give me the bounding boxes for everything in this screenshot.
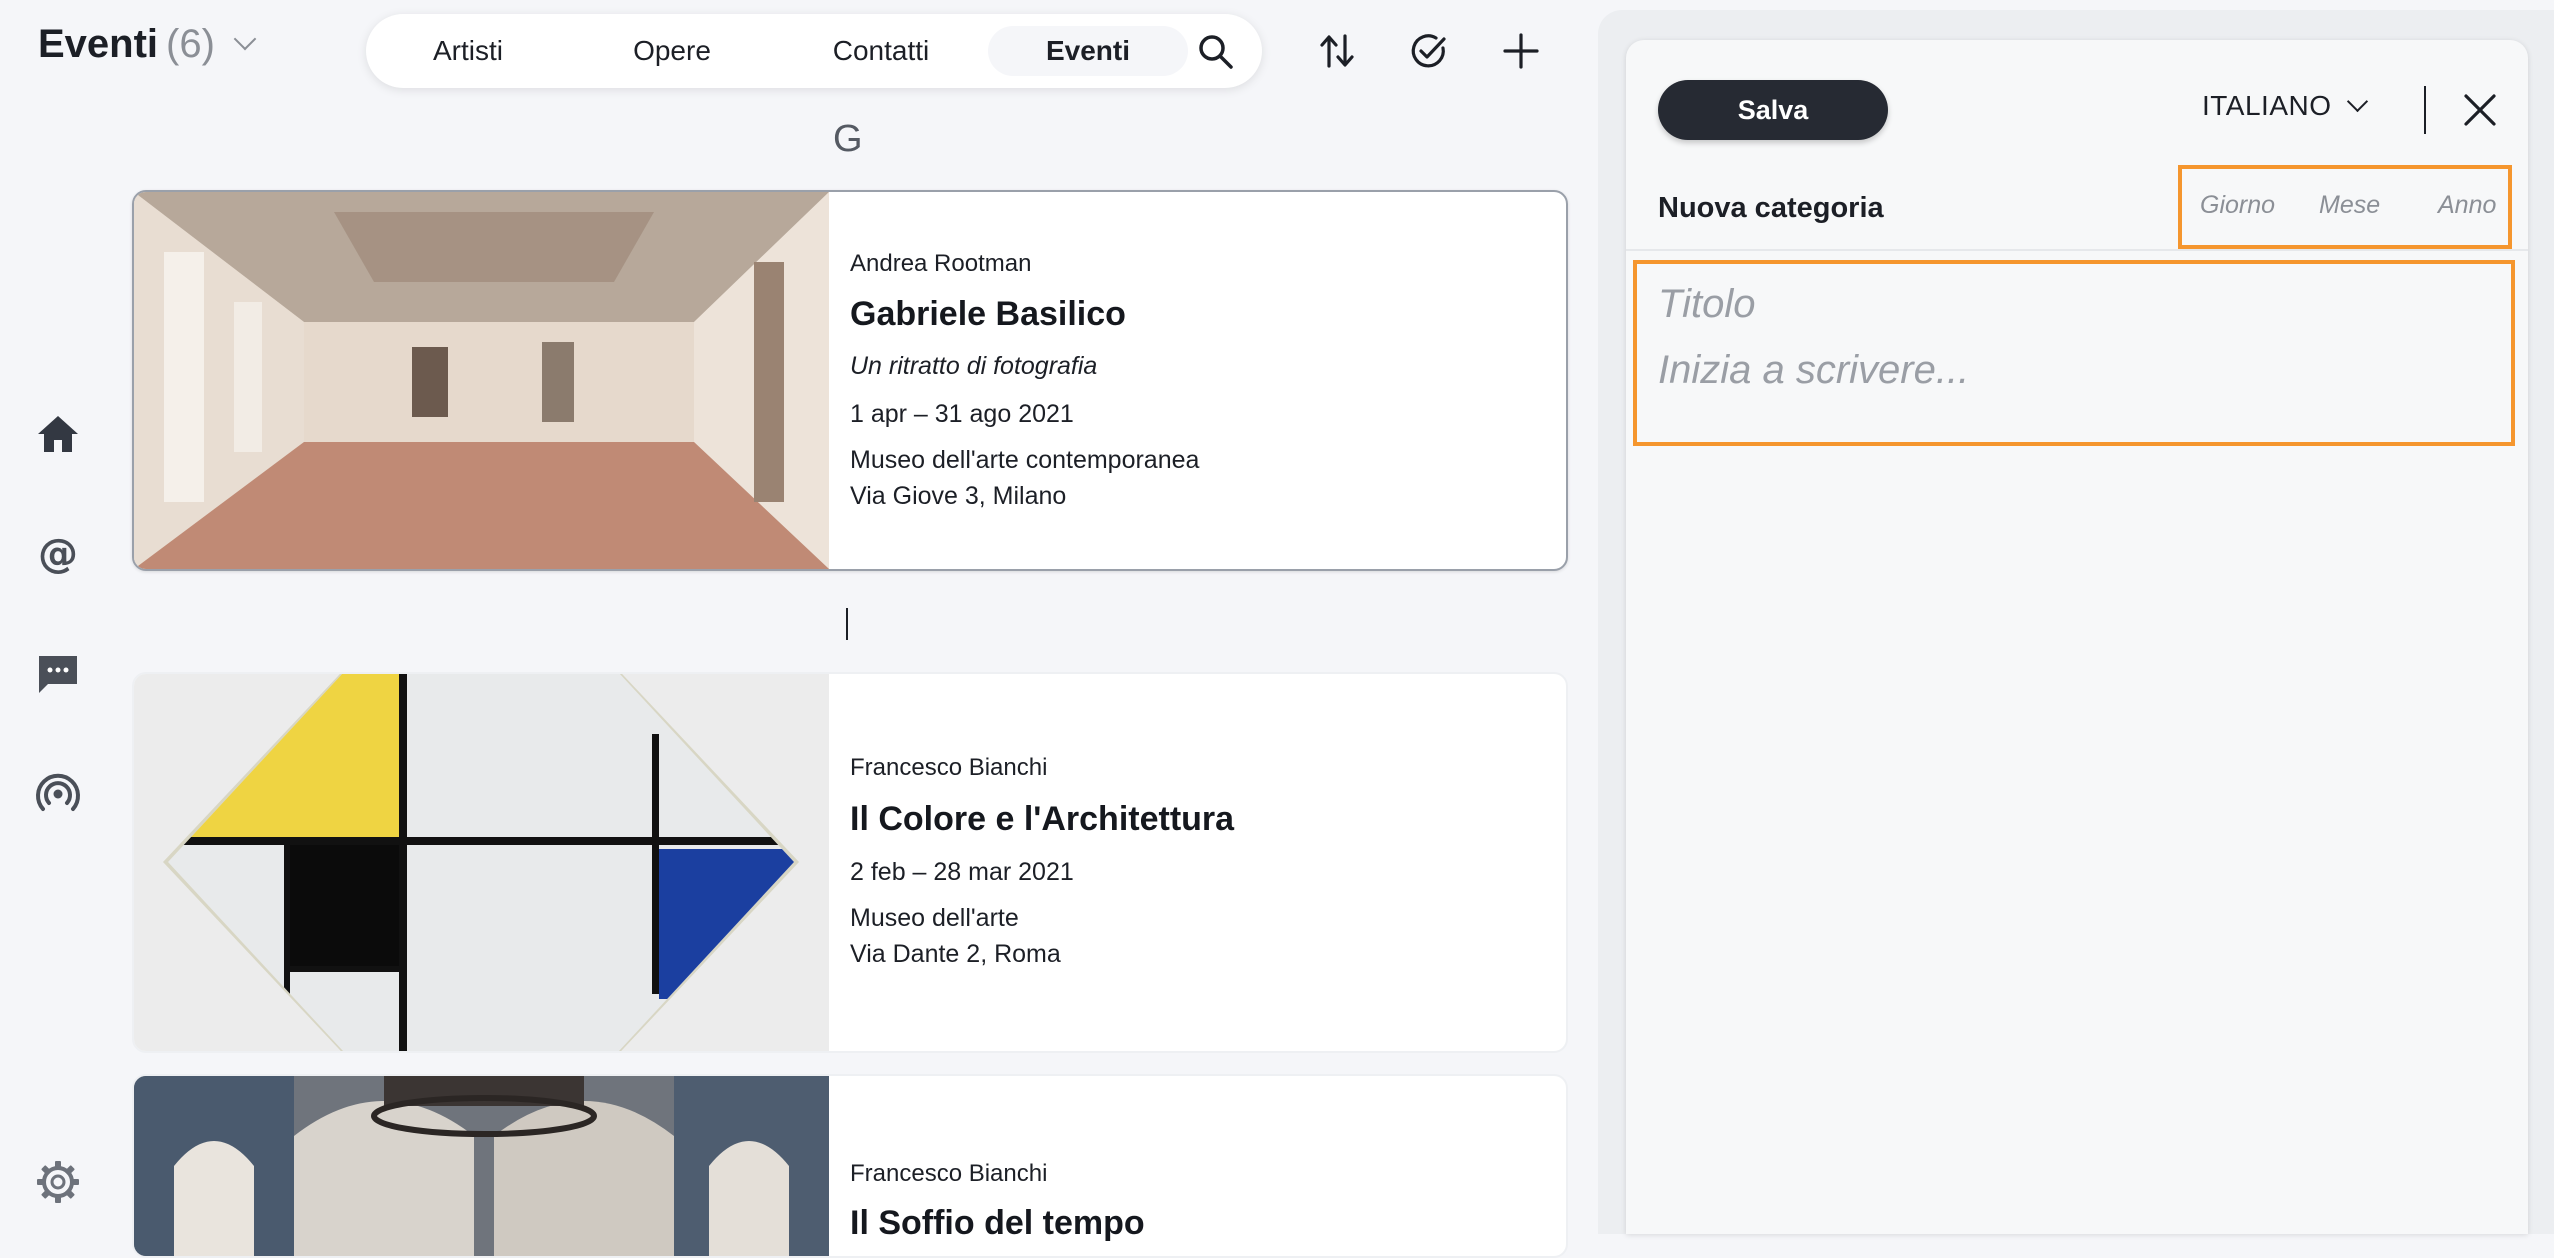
chevron-down-icon [2346,90,2368,113]
svg-text:@: @ [38,531,78,577]
event-card[interactable]: Andrea Rootman Gabriele Basilico Un ritr… [132,190,1568,571]
event-count: (6) [166,22,215,66]
event-card[interactable]: Francesco Bianchi Il Colore e l'Architet… [132,672,1568,1053]
event-address: Via Giove 3, Milano [850,482,1067,510]
event-title: Il Colore e l'Architettura [850,800,1235,838]
date-fields: Giorno Mese Anno [2178,165,2512,249]
event-title: Il Soffio del tempo [850,1204,1145,1242]
year-field[interactable]: Anno [2438,191,2496,220]
month-field[interactable]: Mese [2319,191,2380,220]
event-venue: Museo dell'arte contemporanea [850,446,1200,474]
text-cursor [846,608,848,640]
tab-contatti[interactable]: Contatti [786,26,976,76]
search-icon[interactable] [1196,32,1236,72]
tab-artisti[interactable]: Artisti [380,26,556,76]
title-input[interactable]: Titolo [1658,282,1755,327]
chevron-down-icon[interactable] [233,27,257,51]
event-title: Gabriele Basilico [850,295,1126,333]
day-field[interactable]: Giorno [2200,191,2275,220]
event-address: Via Dante 2, Roma [850,940,1061,968]
event-artist: Francesco Bianchi [850,1160,1048,1187]
event-dates: 1 apr – 31 ago 2021 [850,400,1074,428]
sort-icon[interactable] [1316,30,1358,72]
event-artist: Andrea Rootman [850,250,1032,277]
page-title[interactable]: Eventi (6) [38,22,257,67]
event-subtitle: Un ritratto di fotografia [850,352,1098,380]
check-circle-icon[interactable] [1408,30,1450,72]
divider [2424,86,2426,134]
add-icon[interactable] [1500,30,1542,72]
settings-icon[interactable] [34,1158,82,1206]
page-title-label: Eventi [38,22,159,66]
main-nav: Artisti Opere Contatti Eventi [366,14,1262,88]
event-image [134,674,829,1051]
tab-opere[interactable]: Opere [584,26,760,76]
content-editor[interactable]: Titolo Inizia a scrivere... [1633,260,2515,446]
chat-icon[interactable] [34,650,82,698]
section-letter: G [833,118,863,160]
divider [1626,249,2528,251]
event-card[interactable]: Francesco Bianchi Il Soffio del tempo [132,1074,1568,1258]
language-label: ITALIANO [2202,90,2332,121]
event-image [134,192,829,569]
event-venue: Museo dell'arte [850,904,1019,932]
body-input[interactable]: Inizia a scrivere... [1658,348,1969,393]
broadcast-icon[interactable] [34,770,82,818]
at-icon[interactable]: @ [34,530,82,578]
event-dates: 2 feb – 28 mar 2021 [850,858,1074,886]
category-selector[interactable]: Nuova categoria [1658,192,1884,225]
close-icon[interactable] [2460,90,2500,130]
language-selector[interactable]: ITALIANO [2202,90,2368,122]
tab-eventi[interactable]: Eventi [988,26,1188,76]
event-artist: Francesco Bianchi [850,754,1048,781]
home-icon[interactable] [34,410,82,458]
event-image [134,1076,829,1256]
save-button[interactable]: Salva [1658,80,1888,140]
